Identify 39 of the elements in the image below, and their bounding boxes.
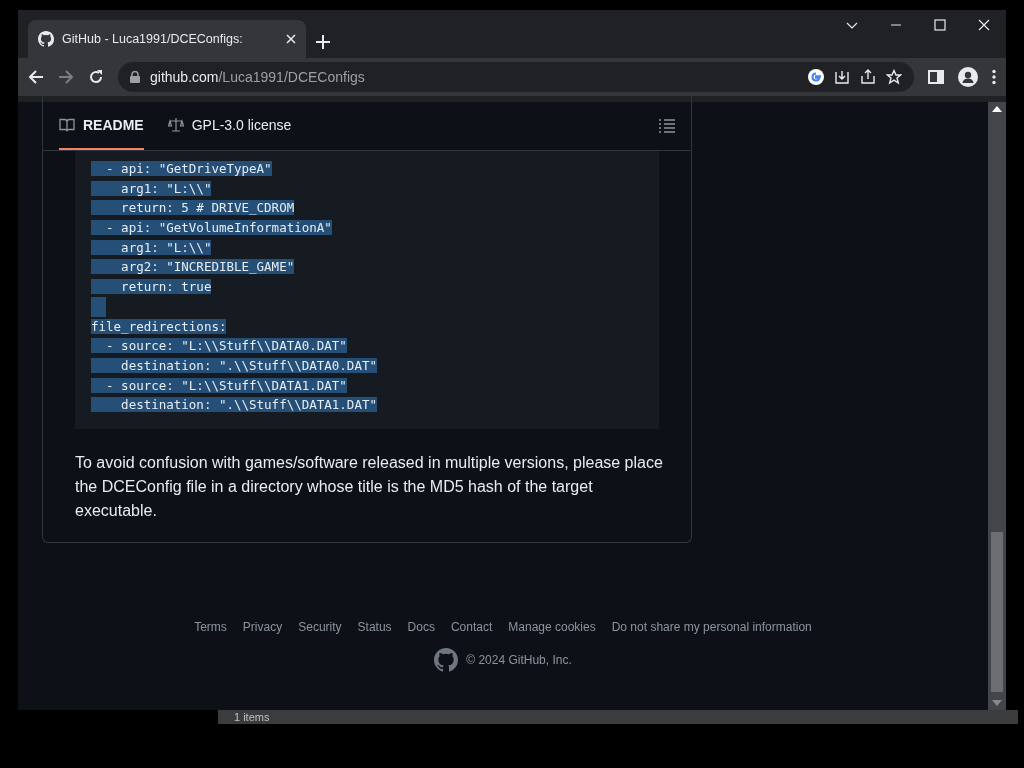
- close-icon[interactable]: [286, 34, 296, 44]
- footer-link[interactable]: Manage cookies: [508, 620, 596, 634]
- footer-link[interactable]: Contact: [450, 620, 493, 634]
- footer-link[interactable]: Terms: [194, 620, 227, 634]
- lock-icon: [130, 71, 140, 83]
- install-icon[interactable]: [834, 69, 850, 85]
- copyright-text: © 2024 GitHub, Inc.: [466, 653, 572, 667]
- back-arrow-icon[interactable]: [28, 69, 44, 85]
- scroll-thumb[interactable]: [991, 532, 1003, 692]
- google-icon[interactable]: [808, 69, 824, 85]
- browser-tab[interactable]: GitHub - Luca1991/DCEConfigs:: [28, 20, 306, 58]
- list-icon[interactable]: [659, 119, 675, 133]
- reload-icon[interactable]: [88, 69, 104, 85]
- scroll-up-icon[interactable]: [992, 106, 1002, 112]
- url-text: github.com/Luca1991/DCEConfigs: [150, 69, 365, 85]
- footer-link[interactable]: Status: [357, 620, 392, 634]
- footer-link[interactable]: Docs: [407, 620, 435, 634]
- forward-arrow-icon[interactable]: [58, 69, 74, 85]
- github-icon: [38, 31, 54, 47]
- maximize-icon[interactable]: [934, 19, 946, 31]
- book-icon: [59, 117, 75, 133]
- menu-icon[interactable]: [992, 69, 996, 85]
- readme-tab[interactable]: GPL-3.0 license: [167, 102, 292, 150]
- address-field[interactable]: github.com/Luca1991/DCEConfigs: [118, 62, 914, 92]
- star-icon[interactable]: [886, 69, 902, 85]
- footer-link[interactable]: Privacy: [242, 620, 283, 634]
- share-icon[interactable]: [860, 69, 876, 85]
- footer-link[interactable]: Do not share my personal information: [611, 620, 812, 634]
- new-tab-icon[interactable]: [316, 35, 330, 49]
- scroll-down-icon[interactable]: [992, 700, 1002, 706]
- status-text: 1 items: [234, 710, 270, 724]
- close-icon[interactable]: [978, 19, 990, 31]
- scrollbar[interactable]: [988, 102, 1006, 710]
- side-panel-icon[interactable]: [928, 69, 944, 85]
- profile-icon[interactable]: [958, 67, 978, 87]
- footer-link[interactable]: Security: [298, 620, 342, 634]
- scale-icon: [167, 117, 184, 133]
- readme-paragraph: To avoid confusion with games/software released in multiple versions, please place the DCEConfig file in a directory whose title is the MD5 hash of the target executable.: [75, 452, 664, 521]
- github-icon[interactable]: [434, 648, 459, 672]
